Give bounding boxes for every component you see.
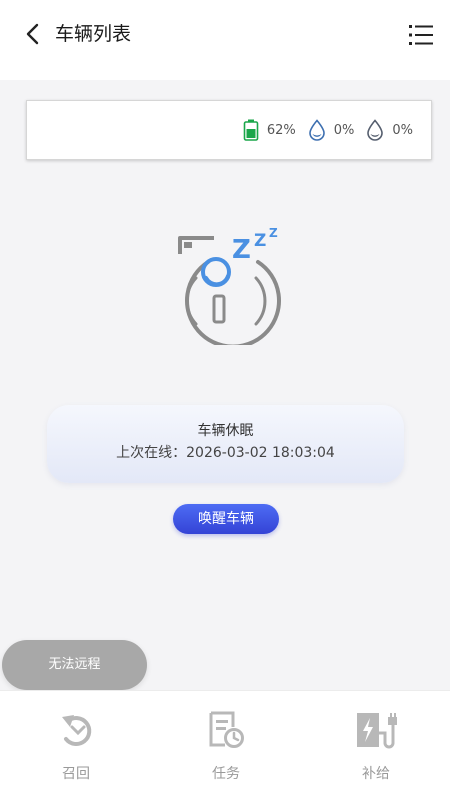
water-value-1: 0% — [333, 122, 355, 138]
svg-text:Z: Z — [269, 226, 278, 240]
water-stat-2: 0% — [366, 119, 413, 141]
last-online-label: 上次在线： — [116, 445, 187, 461]
sleep-title: 车辆休眠 — [197, 423, 254, 439]
svg-text:Z: Z — [254, 231, 266, 251]
water-drop-icon — [367, 119, 384, 141]
tab-recall-label: 召回 — [62, 766, 90, 782]
sleep-status-card: 车辆休眠 上次在线：2026-03-02 18:03:04 — [47, 405, 404, 483]
no-remote-notice: 无法远程 — [2, 640, 147, 690]
page-title: 车辆列表 — [55, 23, 132, 45]
last-online: 上次在线：2026-03-02 18:03:04 — [47, 442, 404, 464]
sleeping-robot-icon: Z Z Z — [178, 226, 281, 345]
task-icon — [209, 711, 244, 748]
tab-task[interactable]: 任务 — [176, 711, 276, 783]
tab-supply-label: 补给 — [362, 766, 390, 782]
water-drop-icon — [308, 119, 325, 141]
battery-value: 62% — [266, 122, 296, 138]
tab-recall[interactable]: 召回 — [26, 711, 126, 783]
header: 车辆列表 — [0, 0, 450, 80]
water-value-2: 0% — [392, 122, 413, 138]
vehicle-status-card: 62% 0% 0% — [26, 100, 432, 160]
wake-vehicle-button[interactable]: 唤醒车辆 — [173, 504, 279, 534]
battery-stat: 62% — [243, 119, 296, 141]
tab-task-label: 任务 — [212, 766, 240, 782]
last-online-time: 2026-03-02 18:03:04 — [186, 445, 335, 461]
water-stat-1: 0% — [308, 119, 355, 141]
svg-text:Z: Z — [232, 235, 251, 265]
battery-icon — [243, 119, 259, 141]
list-menu-icon[interactable] — [408, 22, 434, 48]
recall-icon — [62, 715, 92, 747]
tab-supply[interactable]: 补给 — [326, 711, 426, 783]
bottom-tab-bar: 召回 任务 补给 — [0, 690, 450, 800]
back-arrow-icon[interactable] — [20, 20, 46, 48]
supply-charge-icon — [357, 713, 397, 749]
